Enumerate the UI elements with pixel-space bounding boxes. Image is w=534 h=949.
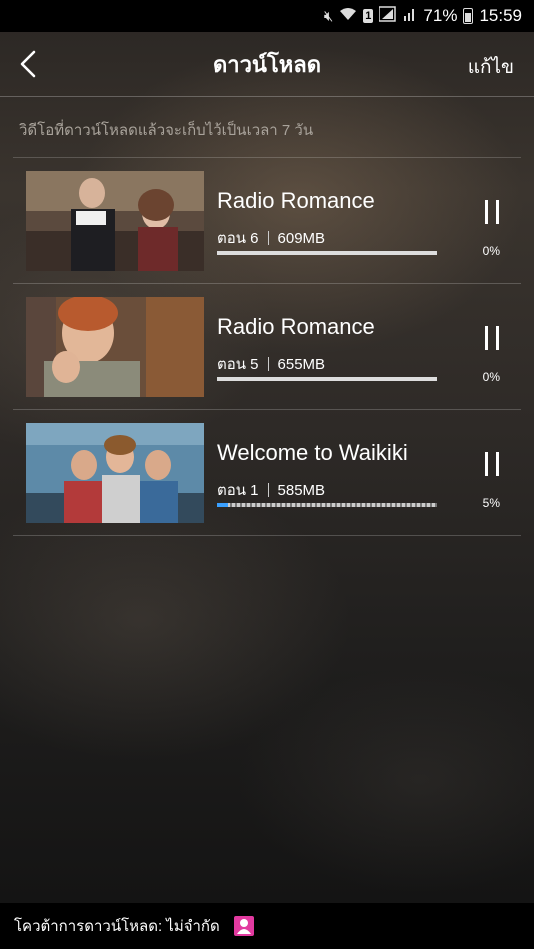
pause-icon <box>485 326 488 350</box>
battery-icon <box>463 8 474 24</box>
pause-icon <box>485 452 488 476</box>
app-header: ดาวน์โหลด แก้ไข <box>0 32 534 97</box>
wifi-icon <box>339 7 357 25</box>
file-size: 655MB <box>277 356 326 373</box>
signal-bars-icon <box>403 6 417 26</box>
divider <box>267 231 269 245</box>
download-item[interactable]: Welcome to Waikiki ตอน 1 585MB 5% <box>13 410 521 536</box>
download-list: Radio Romance ตอน 6 609MB 0% Radio Romanc… <box>13 157 521 536</box>
pause-button[interactable] <box>483 326 501 350</box>
quota-label: โควต้าการดาวน์โหลด: ไม่จำกัด <box>14 918 220 935</box>
progress-percent: 0% <box>482 244 500 258</box>
chevron-left-icon <box>20 50 36 78</box>
page-title: ดาวน์โหลด <box>212 51 322 77</box>
status-bar: 🔇︎ 1 71% 15:59 <box>0 0 534 32</box>
edit-button[interactable]: แก้ไข <box>468 52 514 82</box>
episode-label: ตอน 6 <box>217 230 259 247</box>
signal-icon <box>378 6 397 26</box>
video-meta: ตอน 5 655MB <box>217 352 325 376</box>
download-item[interactable]: Radio Romance ตอน 5 655MB 0% <box>13 284 521 410</box>
video-meta: ตอน 1 585MB <box>217 478 325 502</box>
video-thumbnail <box>26 297 204 397</box>
pause-icon <box>485 200 488 224</box>
video-title: Welcome to Waikiki <box>217 440 408 465</box>
progress-percent: 5% <box>482 496 500 510</box>
sim-icon: 1 <box>363 9 374 23</box>
video-thumbnail <box>26 423 204 523</box>
retention-notice: วิดีโอที่ดาวน์โหลดแล้วจะเก็บไว้เป็นเวลา … <box>19 122 314 139</box>
clock: 15:59 <box>479 6 522 25</box>
mute-icon: 🔇︎ <box>323 7 334 25</box>
progress-percent: 0% <box>482 370 500 384</box>
divider <box>267 483 269 497</box>
pause-button[interactable] <box>483 200 501 224</box>
download-quota-bar: โควต้าการดาวน์โหลด: ไม่จำกัด <box>0 903 534 949</box>
video-meta: ตอน 6 609MB <box>217 226 325 250</box>
video-thumbnail <box>26 171 204 271</box>
divider <box>267 357 269 371</box>
episode-label: ตอน 5 <box>217 356 259 373</box>
episode-label: ตอน 1 <box>217 482 259 499</box>
video-title: Radio Romance <box>217 188 375 213</box>
battery-percent: 71% <box>423 6 458 25</box>
progress-bar <box>217 377 437 381</box>
pause-button[interactable] <box>483 452 501 476</box>
file-size: 585MB <box>277 482 326 499</box>
progress-bar <box>217 251 437 255</box>
user-icon[interactable] <box>233 916 254 936</box>
progress-bar <box>217 503 437 507</box>
video-title: Radio Romance <box>217 314 375 339</box>
file-size: 609MB <box>277 230 326 247</box>
download-item[interactable]: Radio Romance ตอน 6 609MB 0% <box>13 157 521 284</box>
back-button[interactable] <box>14 49 44 79</box>
